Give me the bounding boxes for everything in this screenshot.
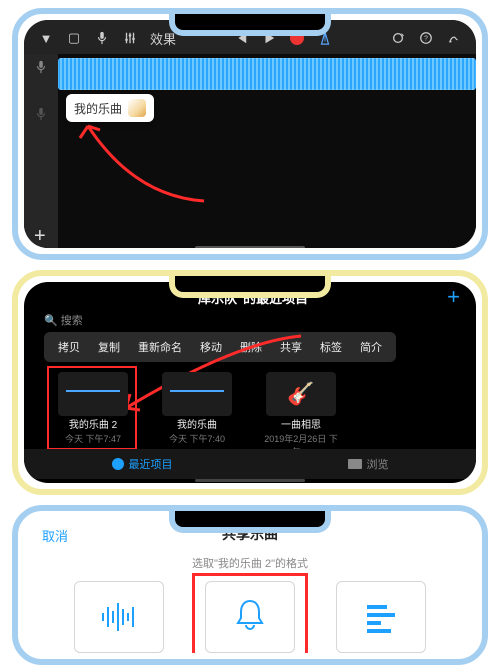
- svg-text:?: ?: [424, 36, 428, 43]
- format-project[interactable]: [336, 581, 426, 653]
- editor-screen: ▼ ▢ 效果: [24, 20, 476, 248]
- editor-workspace: 我的乐曲 +: [24, 54, 476, 248]
- format-ringtone[interactable]: [205, 581, 295, 653]
- context-menu: 拷贝 复制 重新命名 移动 删除 共享 标签 简介: [44, 332, 396, 362]
- garageband-icon: [128, 99, 146, 117]
- search-row[interactable]: 🔍 搜索: [24, 312, 476, 330]
- project-item[interactable]: 🎸 一曲相思 2019年2月26日 下午…: [262, 372, 340, 458]
- camera-icon[interactable]: ▢: [66, 30, 82, 46]
- ctx-duplicate[interactable]: 复制: [90, 336, 128, 358]
- home-indicator: [195, 246, 305, 248]
- project-time: 今天 下午7:47: [54, 432, 132, 445]
- home-indicator: [195, 479, 305, 482]
- tab-recent[interactable]: 最近项目: [112, 456, 173, 472]
- ctx-delete[interactable]: 删除: [232, 336, 270, 358]
- bottom-tabbar: 最近项目 浏览: [24, 449, 476, 479]
- device-notch: [169, 509, 331, 533]
- tutorial-stage: ▼ ▢ 效果: [0, 0, 500, 624]
- dropdown-icon[interactable]: ▼: [38, 31, 54, 46]
- folder-icon: [348, 459, 362, 469]
- share-subtitle: 选取"我的乐曲 2"的格式: [24, 555, 476, 571]
- clock-icon: [112, 458, 124, 470]
- song-popup-label: 我的乐曲: [74, 100, 122, 117]
- track-gutter: [24, 54, 58, 248]
- project-thumb: [162, 372, 232, 416]
- project-name: 我的乐曲 2: [54, 420, 132, 432]
- project-name: 我的乐曲: [158, 420, 236, 432]
- track-mic-icon[interactable]: [34, 60, 48, 77]
- fx-icon[interactable]: [122, 31, 138, 45]
- bell-icon: [228, 595, 272, 639]
- ctx-rename[interactable]: 重新命名: [130, 336, 190, 358]
- panel-editor: ▼ ▢ 效果: [12, 8, 488, 260]
- ctx-info[interactable]: 简介: [352, 336, 390, 358]
- project-item[interactable]: 我的乐曲 2 今天 下午7:47: [54, 372, 132, 458]
- panel-share: 取消 共享乐曲 选取"我的乐曲 2"的格式: [12, 505, 488, 665]
- tracks-icon: [359, 595, 403, 639]
- loop-icon[interactable]: [390, 31, 406, 45]
- tab-browse[interactable]: 浏览: [348, 456, 389, 472]
- ctx-move[interactable]: 移动: [192, 336, 230, 358]
- cancel-button[interactable]: 取消: [42, 526, 68, 545]
- project-thumb: [58, 372, 128, 416]
- song-popup[interactable]: 我的乐曲: [66, 94, 154, 122]
- audio-region[interactable]: [58, 58, 476, 90]
- recent-screen: "库乐队"的最近项目 + 🔍 搜索 拷贝 复制 重新命名 移动 删除 共享 标签…: [24, 282, 476, 483]
- search-icon: 🔍: [44, 315, 58, 327]
- project-thumb: 🎸: [266, 372, 336, 416]
- device-notch: [169, 274, 331, 298]
- ctx-tags[interactable]: 标签: [312, 336, 350, 358]
- guitar-icon: 🎸: [266, 372, 336, 416]
- device-notch: [169, 12, 331, 36]
- project-name: 一曲相思: [262, 420, 340, 432]
- project-time: 今天 下午7:40: [158, 432, 236, 445]
- project-grid: 我的乐曲 2 今天 下午7:47 我的乐曲 今天 下午7:40 🎸 一曲相思 2…: [24, 368, 476, 458]
- settings-icon[interactable]: [446, 31, 462, 45]
- waveform-icon: [97, 595, 141, 639]
- format-options: [24, 571, 476, 653]
- track-mic-icon-2[interactable]: [34, 107, 48, 124]
- add-track-button[interactable]: +: [34, 225, 46, 248]
- tab-recent-label: 最近项目: [129, 456, 173, 472]
- help-icon[interactable]: ?: [418, 31, 434, 45]
- project-item[interactable]: 我的乐曲 今天 下午7:40: [158, 372, 236, 458]
- ctx-copy[interactable]: 拷贝: [50, 336, 88, 358]
- ctx-share[interactable]: 共享: [272, 336, 310, 358]
- panel-recent: "库乐队"的最近项目 + 🔍 搜索 拷贝 复制 重新命名 移动 删除 共享 标签…: [12, 270, 488, 495]
- search-placeholder: 搜索: [61, 315, 83, 327]
- share-screen: 取消 共享乐曲 选取"我的乐曲 2"的格式: [24, 517, 476, 653]
- tab-browse-label: 浏览: [367, 456, 389, 472]
- mic-icon[interactable]: [94, 31, 110, 45]
- format-song[interactable]: [74, 581, 164, 653]
- add-button[interactable]: +: [447, 288, 460, 306]
- track-area[interactable]: [58, 54, 476, 248]
